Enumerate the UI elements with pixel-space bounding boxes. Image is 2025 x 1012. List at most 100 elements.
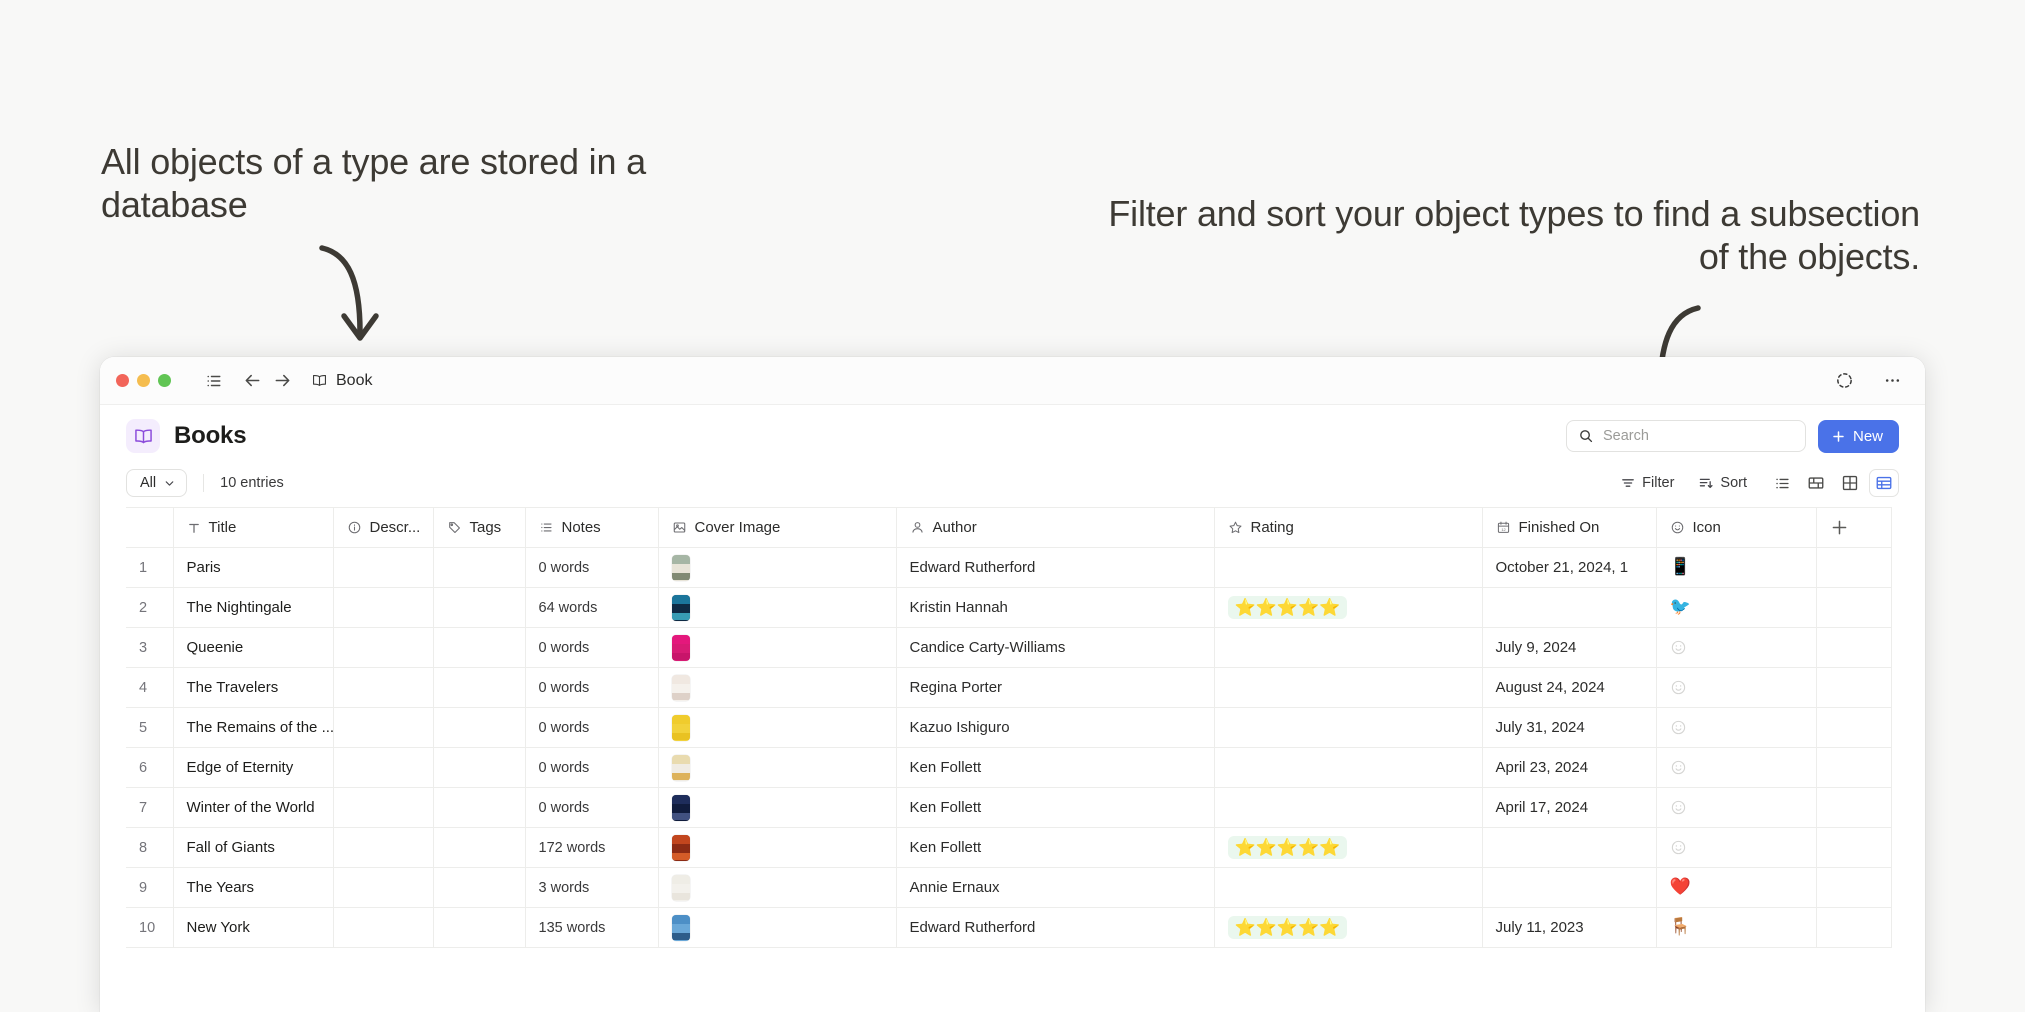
sort-button[interactable]: Sort (1690, 470, 1755, 496)
dashed-circle-icon[interactable] (1829, 366, 1859, 396)
cell-tags[interactable] (433, 908, 525, 948)
cell-description[interactable] (333, 668, 433, 708)
cell-title[interactable]: The Remains of the ... (173, 708, 333, 748)
cell-notes[interactable]: 64 words (525, 588, 658, 628)
table-row[interactable]: 7Winter of the World0 wordsKen FollettAp… (126, 788, 1891, 828)
smiley-placeholder-icon[interactable] (1670, 839, 1803, 856)
cover-thumbnail[interactable] (672, 555, 690, 581)
col-header-icon[interactable]: Icon (1656, 508, 1816, 548)
cover-thumbnail[interactable] (672, 715, 690, 741)
cell-tags[interactable] (433, 668, 525, 708)
view-list-button[interactable] (1767, 469, 1797, 497)
row-emoji-icon[interactable]: 🐦 (1670, 597, 1691, 616)
cell-icon[interactable]: 🪑 (1656, 908, 1816, 948)
smiley-placeholder-icon[interactable] (1670, 799, 1803, 816)
cell-notes[interactable]: 3 words (525, 868, 658, 908)
cell-tags[interactable] (433, 588, 525, 628)
table-row[interactable]: 2The Nightingale64 wordsKristin Hannah⭐⭐… (126, 588, 1891, 628)
cover-thumbnail[interactable] (672, 915, 690, 941)
cell-author[interactable]: Annie Ernaux (896, 868, 1214, 908)
cell-icon[interactable] (1656, 748, 1816, 788)
cell-author[interactable]: Kristin Hannah (896, 588, 1214, 628)
smiley-placeholder-icon[interactable] (1670, 639, 1803, 656)
cell-finished-on[interactable] (1482, 828, 1656, 868)
cell-description[interactable] (333, 548, 433, 588)
more-options-icon[interactable] (1877, 366, 1907, 396)
cell-notes[interactable]: 0 words (525, 748, 658, 788)
smiley-placeholder-icon[interactable] (1670, 679, 1803, 696)
cell-finished-on[interactable]: July 31, 2024 (1482, 708, 1656, 748)
view-table-button[interactable] (1869, 469, 1899, 497)
table-row[interactable]: 8Fall of Giants172 wordsKen Follett⭐⭐⭐⭐⭐ (126, 828, 1891, 868)
cell-title[interactable]: Edge of Eternity (173, 748, 333, 788)
cell-title[interactable]: The Nightingale (173, 588, 333, 628)
cell-finished-on[interactable]: July 11, 2023 (1482, 908, 1656, 948)
close-window-button[interactable] (116, 374, 129, 387)
col-header-notes[interactable]: Notes (525, 508, 658, 548)
cell-cover-image[interactable] (658, 708, 896, 748)
cell-icon[interactable]: ❤️ (1656, 868, 1816, 908)
cell-tags[interactable] (433, 868, 525, 908)
breadcrumb[interactable]: Book (311, 372, 372, 390)
col-header-rating[interactable]: Rating (1214, 508, 1482, 548)
cell-cover-image[interactable] (658, 628, 896, 668)
cell-notes[interactable]: 0 words (525, 548, 658, 588)
cell-author[interactable]: Candice Carty-Williams (896, 628, 1214, 668)
smiley-placeholder-icon[interactable] (1670, 759, 1803, 776)
cell-cover-image[interactable] (658, 668, 896, 708)
cell-title[interactable]: Paris (173, 548, 333, 588)
cell-author[interactable]: Ken Follett (896, 748, 1214, 788)
cell-finished-on[interactable] (1482, 588, 1656, 628)
cell-finished-on[interactable] (1482, 868, 1656, 908)
cell-finished-on[interactable]: April 23, 2024 (1482, 748, 1656, 788)
cell-title[interactable]: New York (173, 908, 333, 948)
cell-title[interactable]: Winter of the World (173, 788, 333, 828)
cell-icon[interactable]: 🐦 (1656, 588, 1816, 628)
rating-pill[interactable]: ⭐⭐⭐⭐⭐ (1228, 916, 1348, 939)
cell-title[interactable]: The Travelers (173, 668, 333, 708)
cell-tags[interactable] (433, 748, 525, 788)
new-button[interactable]: New (1818, 420, 1899, 453)
cell-tags[interactable] (433, 548, 525, 588)
cell-description[interactable] (333, 828, 433, 868)
cell-author[interactable]: Ken Follett (896, 828, 1214, 868)
cover-thumbnail[interactable] (672, 835, 690, 861)
row-emoji-icon[interactable]: 🪑 (1670, 917, 1691, 936)
cell-cover-image[interactable] (658, 748, 896, 788)
cell-rating[interactable] (1214, 548, 1482, 588)
cell-description[interactable] (333, 748, 433, 788)
col-header-description[interactable]: Descr... (333, 508, 433, 548)
cell-cover-image[interactable] (658, 548, 896, 588)
cell-author[interactable]: Ken Follett (896, 788, 1214, 828)
row-emoji-icon[interactable]: ❤️ (1670, 877, 1691, 896)
table-row[interactable]: 10New York135 wordsEdward Rutherford⭐⭐⭐⭐… (126, 908, 1891, 948)
view-gallery-button[interactable] (1801, 469, 1831, 497)
cell-rating[interactable] (1214, 868, 1482, 908)
cell-cover-image[interactable] (658, 908, 896, 948)
cell-rating[interactable] (1214, 628, 1482, 668)
cover-thumbnail[interactable] (672, 875, 690, 901)
cell-description[interactable] (333, 588, 433, 628)
smiley-placeholder-icon[interactable] (1670, 719, 1803, 736)
cell-icon[interactable] (1656, 788, 1816, 828)
cell-notes[interactable]: 0 words (525, 708, 658, 748)
sidebar-list-icon[interactable] (199, 366, 229, 396)
table-row[interactable]: 9The Years3 wordsAnnie Ernaux❤️ (126, 868, 1891, 908)
cell-notes[interactable]: 135 words (525, 908, 658, 948)
cell-cover-image[interactable] (658, 588, 896, 628)
cell-description[interactable] (333, 908, 433, 948)
cell-notes[interactable]: 0 words (525, 788, 658, 828)
cell-cover-image[interactable] (658, 828, 896, 868)
cell-rating[interactable]: ⭐⭐⭐⭐⭐ (1214, 588, 1482, 628)
row-emoji-icon[interactable]: 📱 (1670, 557, 1691, 576)
cover-thumbnail[interactable] (672, 675, 690, 701)
cell-icon[interactable]: 📱 (1656, 548, 1816, 588)
cell-icon[interactable] (1656, 628, 1816, 668)
cell-author[interactable]: Kazuo Ishiguro (896, 708, 1214, 748)
cell-description[interactable] (333, 868, 433, 908)
cell-rating[interactable] (1214, 708, 1482, 748)
cell-author[interactable]: Edward Rutherford (896, 908, 1214, 948)
cell-finished-on[interactable]: April 17, 2024 (1482, 788, 1656, 828)
table-row[interactable]: 1Paris0 wordsEdward RutherfordOctober 21… (126, 548, 1891, 588)
table-row[interactable]: 6Edge of Eternity0 wordsKen FollettApril… (126, 748, 1891, 788)
